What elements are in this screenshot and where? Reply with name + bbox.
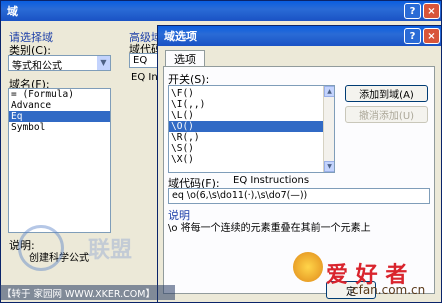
watermark-logo (293, 252, 323, 282)
switch-item[interactable]: \X() (169, 154, 323, 165)
field-name-item[interactable]: Eq (9, 111, 110, 122)
add-to-field-button[interactable]: 添加到域(A) (345, 85, 428, 102)
switch-item[interactable]: \R(,) (169, 132, 323, 143)
undo-add-button[interactable]: 撤消添加(U) (345, 106, 428, 123)
switches-list[interactable]: \F() \I(,,) \L() \O() \R(,) \S() \X() ▲ ▼ (168, 85, 335, 173)
scroll-up-icon[interactable]: ▲ (324, 86, 334, 97)
category-value: 等式和公式 (12, 61, 62, 71)
close-icon[interactable]: × (423, 28, 440, 44)
field-code-title: EQ Instructions (233, 175, 310, 186)
switch-item[interactable]: \F() (169, 88, 323, 99)
watermark-mid: 联盟 (88, 238, 133, 263)
close-icon[interactable]: × (423, 3, 440, 19)
field-options-title: 域选项 (164, 30, 197, 43)
switch-item[interactable]: \L() (169, 110, 323, 121)
watermark-left: 【转于 家园网 WWW.XKER.COM】 (2, 289, 155, 300)
field-options-titlebar: 域选项 ? × (158, 26, 441, 46)
help-icon[interactable]: ? (404, 3, 421, 19)
switch-item[interactable]: \O() (169, 121, 323, 132)
help-icon[interactable]: ? (404, 28, 421, 44)
watermark-right: cfan.com.cn (352, 283, 426, 297)
field-name-item[interactable]: Advance (9, 100, 110, 111)
chevron-down-icon[interactable]: ▼ (97, 56, 110, 70)
options-description-text: \o 将每一个连续的元素重叠在其前一个元素上 (168, 223, 371, 234)
scroll-down-icon[interactable]: ▼ (324, 161, 334, 172)
switch-item[interactable]: \S() (169, 143, 323, 154)
switches-scrollbar[interactable]: ▲ ▼ (323, 86, 334, 172)
field-dialog-titlebar: 域 ? × (1, 1, 441, 21)
field-code-input[interactable]: eq \o(6,\s\do11(·),\s\do7(—)) (168, 188, 430, 204)
field-name-item[interactable]: = (Formula) (9, 89, 110, 100)
switch-item[interactable]: \I(,,) (169, 99, 323, 110)
field-name-item[interactable]: Symbol (9, 122, 110, 133)
watermark-circle (18, 225, 64, 271)
field-dialog-title: 域 (7, 5, 18, 18)
field-names-list[interactable]: = (Formula) Advance Eq Symbol (8, 88, 111, 233)
category-select[interactable]: 等式和公式 ▼ (8, 55, 111, 71)
tab-options[interactable]: 选项 (165, 50, 205, 67)
